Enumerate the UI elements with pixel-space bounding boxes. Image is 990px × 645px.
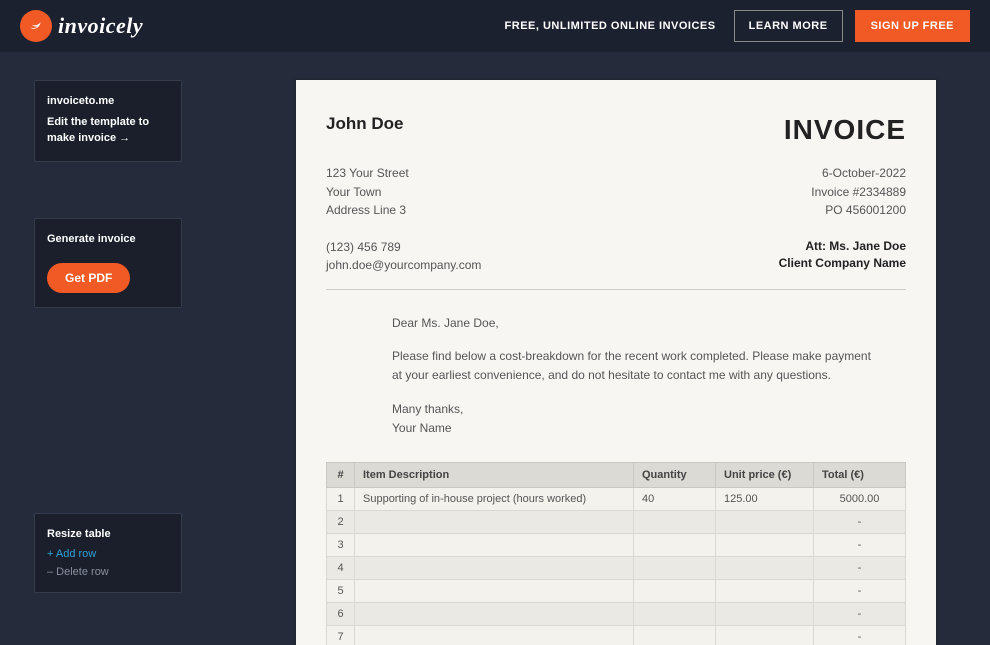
cell-total[interactable]: 5000.00: [814, 487, 906, 510]
invoice-meta[interactable]: 6-October-2022 Invoice #2334889 PO 45600…: [811, 164, 906, 220]
table-row[interactable]: 6-: [327, 602, 906, 625]
table-row[interactable]: 3-: [327, 533, 906, 556]
sender-name[interactable]: John Doe: [326, 114, 403, 134]
cell-price[interactable]: 125.00: [716, 487, 814, 510]
cell-price[interactable]: [716, 579, 814, 602]
cell-quantity[interactable]: [634, 533, 716, 556]
cell-total[interactable]: -: [814, 510, 906, 533]
promo-text: FREE, UNLIMITED ONLINE INVOICES: [505, 20, 716, 32]
sign-up-button[interactable]: SIGN UP FREE: [855, 10, 970, 42]
addr-line: Address Line 3: [326, 201, 409, 220]
cell-description[interactable]: [355, 625, 634, 645]
topbar: invoicely FREE, UNLIMITED ONLINE INVOICE…: [0, 0, 990, 52]
resize-heading: Resize table: [47, 528, 169, 540]
email: john.doe@yourcompany.com: [326, 256, 481, 275]
cell-description[interactable]: [355, 602, 634, 625]
site-name: invoiceto.me: [47, 95, 169, 107]
phone: (123) 456 789: [326, 238, 481, 257]
col-description: Item Description: [355, 462, 634, 487]
get-pdf-button[interactable]: Get PDF: [47, 263, 130, 293]
cell-quantity[interactable]: 40: [634, 487, 716, 510]
cell-total[interactable]: -: [814, 533, 906, 556]
client-company: Client Company Name: [779, 255, 906, 272]
client-attention: Att: Ms. Jane Doe: [779, 238, 906, 255]
cell-description[interactable]: [355, 510, 634, 533]
greeting: Dear Ms. Jane Doe,: [392, 314, 872, 333]
delete-row-link[interactable]: – Delete row: [47, 566, 169, 578]
cell-price[interactable]: [716, 533, 814, 556]
table-row[interactable]: 1Supporting of in-house project (hours w…: [327, 487, 906, 510]
addr-line: 123 Your Street: [326, 164, 409, 183]
cell-total[interactable]: -: [814, 556, 906, 579]
cell-number[interactable]: 4: [327, 556, 355, 579]
generate-heading: Generate invoice: [47, 233, 169, 245]
cell-description[interactable]: Supporting of in-house project (hours wo…: [355, 487, 634, 510]
brand-name: invoicely: [58, 13, 143, 39]
add-row-link[interactable]: + Add row: [47, 548, 169, 560]
cell-price[interactable]: [716, 556, 814, 579]
sidebar: invoiceto.me Edit the template to make i…: [34, 80, 182, 645]
swift-icon: [20, 10, 52, 42]
cell-total[interactable]: -: [814, 579, 906, 602]
invoice-number: Invoice #2334889: [811, 183, 906, 202]
po-number: PO 456001200: [811, 201, 906, 220]
card-edit-template: invoiceto.me Edit the template to make i…: [34, 80, 182, 162]
cell-total[interactable]: -: [814, 625, 906, 645]
cell-description[interactable]: [355, 556, 634, 579]
invoice-date: 6-October-2022: [811, 164, 906, 183]
table-row[interactable]: 2-: [327, 510, 906, 533]
cell-price[interactable]: [716, 602, 814, 625]
sender-address[interactable]: 123 Your Street Your Town Address Line 3: [326, 164, 409, 220]
table-row[interactable]: 7-: [327, 625, 906, 645]
cell-quantity[interactable]: [634, 556, 716, 579]
cell-total[interactable]: -: [814, 602, 906, 625]
table-row[interactable]: 4-: [327, 556, 906, 579]
sender-contact[interactable]: (123) 456 789 john.doe@yourcompany.com: [326, 238, 481, 275]
col-price: Unit price (€): [716, 462, 814, 487]
main: invoiceto.me Edit the template to make i…: [0, 52, 990, 645]
col-total: Total (€): [814, 462, 906, 487]
cell-number[interactable]: 6: [327, 602, 355, 625]
cell-description[interactable]: [355, 579, 634, 602]
cell-quantity[interactable]: [634, 510, 716, 533]
cell-number[interactable]: 7: [327, 625, 355, 645]
cell-number[interactable]: 1: [327, 487, 355, 510]
letter-text: Please find below a cost-breakdown for t…: [392, 347, 872, 385]
cell-price[interactable]: [716, 510, 814, 533]
cell-number[interactable]: 5: [327, 579, 355, 602]
col-quantity: Quantity: [634, 462, 716, 487]
col-number: #: [327, 462, 355, 487]
edit-template-text[interactable]: Edit the template to make invoice →: [47, 115, 169, 147]
table-row[interactable]: 5-: [327, 579, 906, 602]
cell-quantity[interactable]: [634, 579, 716, 602]
cell-description[interactable]: [355, 533, 634, 556]
brand[interactable]: invoicely: [20, 10, 143, 42]
cell-quantity[interactable]: [634, 625, 716, 645]
cell-number[interactable]: 2: [327, 510, 355, 533]
addr-line: Your Town: [326, 183, 409, 202]
cell-price[interactable]: [716, 625, 814, 645]
card-generate: Generate invoice Get PDF: [34, 218, 182, 308]
cell-number[interactable]: 3: [327, 533, 355, 556]
closing: Many thanks, Your Name: [392, 400, 872, 438]
letter-body[interactable]: Dear Ms. Jane Doe, Please find below a c…: [392, 314, 872, 438]
learn-more-button[interactable]: LEARN MORE: [734, 10, 843, 42]
doc-title: INVOICE: [784, 114, 906, 146]
document-wrap: John Doe INVOICE 123 Your Street Your To…: [182, 80, 990, 645]
card-resize: Resize table + Add row – Delete row: [34, 513, 182, 593]
cell-quantity[interactable]: [634, 602, 716, 625]
line-items-table[interactable]: # Item Description Quantity Unit price (…: [326, 462, 906, 645]
invoice-document: John Doe INVOICE 123 Your Street Your To…: [296, 80, 936, 645]
client-block[interactable]: Att: Ms. Jane Doe Client Company Name: [779, 238, 906, 275]
